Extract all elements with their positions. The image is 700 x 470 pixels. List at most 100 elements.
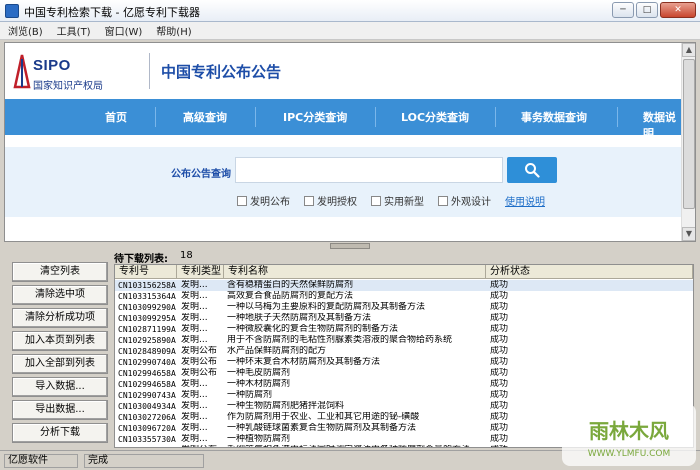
nav-separator	[617, 107, 618, 127]
minimize-icon[interactable]: ─	[612, 2, 634, 18]
logo-subtitle: 国家知识产权局	[33, 81, 103, 92]
header-divider	[149, 53, 150, 89]
menu-help[interactable]: 帮助(H)	[156, 23, 191, 38]
option-design[interactable]: 外观设计	[438, 193, 491, 208]
watermark-text: 雨林木风	[589, 419, 669, 443]
search-panel: 公布公告查询 发明公布 发明授权 实用新型 外观设计 使用说明	[5, 147, 683, 217]
window-title: 中国专利检索下载 - 亿愿专利下载器	[24, 6, 200, 19]
cell-patent-no: CN102871199A	[118, 325, 176, 334]
cell-patent-no: CN103355730A	[118, 435, 176, 444]
cell-patent-no: CN102990743A	[118, 391, 176, 400]
table-row[interactable]: CN102990743A 发明... 一种防腐剂 成功	[115, 390, 693, 401]
cell-patent-no: CN102994658A	[118, 369, 176, 378]
table-row[interactable]: CN102848909A 发明公布 水产品保鲜防腐剂的配方 成功	[115, 346, 693, 357]
cell-type: 发明...	[181, 324, 208, 334]
sipo-logo: SIPO 国家知识产权局	[11, 51, 141, 95]
cell-name: 含有稳精蛋白的天然保鲜防腐剂	[227, 280, 354, 290]
cell-type: 发明...	[181, 335, 208, 345]
table-row[interactable]: CN102994658A 发明... 一种木材防腐剂 成功	[115, 379, 693, 390]
table-row[interactable]: CN102990740A 发明公布 一种环末复合木材防腐剂及其制备方法 成功	[115, 357, 693, 368]
add-page-button[interactable]: 加入本页到列表	[12, 331, 108, 351]
table-row[interactable]: CN103156258A 发明... 含有稳精蛋白的天然保鲜防腐剂 成功	[115, 280, 693, 291]
cell-name: 一种以乌梅为主要原料的复配防腐剂及其制备方法	[227, 302, 426, 312]
table-row[interactable]: CN103099290A 发明... 一种以乌梅为主要原料的复配防腐剂及其制备方法 成…	[115, 302, 693, 313]
clear-list-button[interactable]: 清空列表	[12, 262, 108, 282]
splitter-grip[interactable]	[330, 243, 370, 249]
option-invention-grant[interactable]: 发明授权	[304, 193, 357, 208]
help-link[interactable]: 使用说明	[505, 193, 545, 208]
option-invention-publication[interactable]: 发明公布	[237, 193, 290, 208]
nav-separator	[375, 107, 376, 127]
search-options: 发明公布 发明授权 实用新型 外观设计 使用说明	[237, 193, 545, 208]
search-input[interactable]	[235, 157, 503, 183]
cell-patent-no: CN102925890A	[118, 336, 176, 345]
cell-name: 一种生物防腐剂肥猪拌混饲料	[227, 401, 345, 411]
search-icon	[525, 163, 540, 178]
nav-ipc-search[interactable]: IPC分类查询	[283, 109, 347, 125]
menu-tools[interactable]: 工具(T)	[57, 23, 91, 38]
checkbox[interactable]	[438, 195, 448, 206]
cell-type: 发明...	[181, 423, 208, 433]
checkbox[interactable]	[371, 195, 381, 206]
cell-name: 一种地肤子天然防腐剂及其制备方法	[227, 313, 372, 323]
checkbox[interactable]	[304, 195, 314, 206]
menu-window[interactable]: 窗口(W)	[105, 23, 143, 38]
sipo-logo-icon	[13, 54, 31, 89]
table-row[interactable]: CN103099295A 发明... 一种地肤子天然防腐剂及其制备方法 成功	[115, 313, 693, 324]
close-icon[interactable]: ✕	[660, 2, 696, 18]
menu-browse[interactable]: 浏览(B)	[8, 23, 43, 38]
nav-transaction-search[interactable]: 事务数据查询	[521, 109, 587, 125]
scroll-thumb[interactable]	[683, 59, 695, 209]
cell-status: 成功	[490, 346, 509, 356]
title-bar: 中国专利检索下载 - 亿愿专利下载器 ─ □ ✕	[0, 0, 700, 22]
cell-patent-no: CN103099290A	[118, 303, 176, 312]
table-header: 专利号 专利类型 专利名称 分析状态	[115, 265, 693, 279]
analyze-download-button[interactable]: 分析下载	[12, 423, 108, 443]
cell-type: 发明...	[181, 434, 208, 444]
column-header-patent-no[interactable]: 专利号	[115, 265, 177, 279]
remove-succeeded-button[interactable]: 清除分析成功项	[12, 308, 108, 328]
table-row[interactable]: CN102871199A 发明... 一种微胶囊化的复合生物防腐剂的制备方法 成功	[115, 324, 693, 335]
checkbox[interactable]	[237, 195, 247, 206]
browser-scrollbar[interactable]: ▲ ▼	[681, 43, 695, 241]
embedded-browser: SIPO 国家知识产权局 中国专利公布公告 首页 高级查询 IPC分类查询 LO…	[4, 42, 696, 242]
cell-type: 发明...	[181, 291, 208, 301]
cell-name: 水产品保鲜防腐剂的配方	[227, 346, 327, 356]
nav-separator	[495, 107, 496, 127]
cell-type: 发明...	[181, 401, 208, 411]
column-header-name[interactable]: 专利名称	[224, 265, 486, 279]
search-button[interactable]	[507, 157, 557, 183]
column-header-type[interactable]: 专利类型	[177, 265, 224, 279]
scroll-down-icon[interactable]: ▼	[682, 227, 695, 241]
cell-patent-no: CN102848909A	[118, 347, 176, 356]
table-row[interactable]: CN102925890A 发明... 用于不含防腐剂的毛粘性剂脲素类溶液的聚合物给药…	[115, 335, 693, 346]
table-row[interactable]: CN102994658A 发明公布 一种毛皮防腐剂 成功	[115, 368, 693, 379]
panel-splitter[interactable]	[4, 243, 696, 249]
cell-type: 发明...	[181, 379, 208, 389]
remove-selected-button[interactable]: 清除选中项	[12, 285, 108, 305]
maximize-icon[interactable]: □	[636, 2, 658, 18]
cell-name: 一种防腐剂	[227, 390, 273, 400]
nav-home[interactable]: 首页	[105, 109, 127, 125]
queue-count: 18	[180, 250, 193, 261]
table-row[interactable]: CN103315364A 发明... 高效复合食品防腐剂的复配方法 成功	[115, 291, 693, 302]
menu-bar: 浏览(B) 工具(T) 窗口(W) 帮助(H)	[0, 22, 700, 40]
option-utility-model[interactable]: 实用新型	[371, 193, 424, 208]
cell-name: 一种植物防腐剂	[227, 434, 291, 444]
cell-type: 发明...	[181, 280, 208, 290]
search-label: 公布公告查询	[171, 169, 231, 180]
import-data-button[interactable]: 导入数据...	[12, 377, 108, 397]
cell-type: 发明...	[181, 412, 208, 422]
status-text: 完成	[84, 454, 204, 468]
nav-loc-search[interactable]: LOC分类查询	[401, 109, 469, 125]
cell-type: 发明...	[181, 302, 208, 312]
add-all-button[interactable]: 加入全部到列表	[12, 354, 108, 374]
column-header-status[interactable]: 分析状态	[486, 265, 693, 279]
cell-name: 一种乳酸链球菌素复合生物防腐剂及其制备方法	[227, 423, 417, 433]
scroll-up-icon[interactable]: ▲	[682, 43, 695, 57]
export-data-button[interactable]: 导出数据...	[12, 400, 108, 420]
logo-text: SIPO	[33, 57, 71, 74]
nav-advanced-search[interactable]: 高级查询	[183, 109, 227, 125]
nav-data-notes[interactable]: 数据说明	[643, 109, 683, 141]
cell-patent-no: CN103156258A	[118, 281, 176, 290]
